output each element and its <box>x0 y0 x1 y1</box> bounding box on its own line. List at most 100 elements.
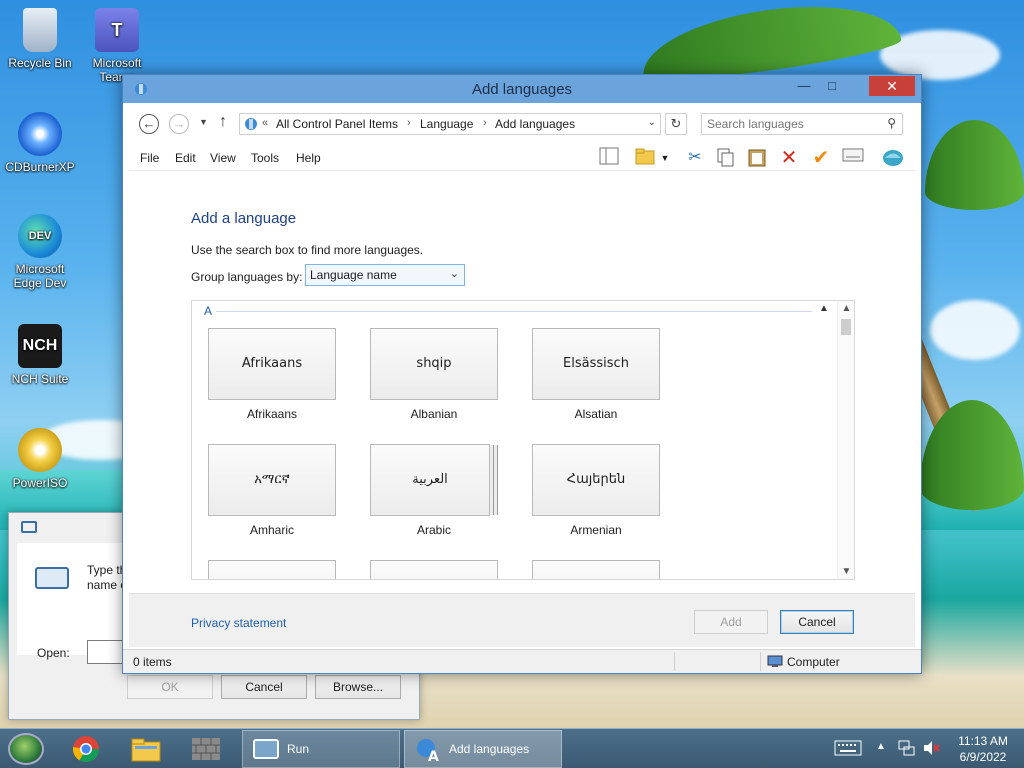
network-icon[interactable] <box>898 740 916 759</box>
copy-icon[interactable] <box>713 147 737 169</box>
taskbar-run[interactable]: Run <box>242 730 400 768</box>
language-tile-afrikaans[interactable]: Afrikaans <box>208 328 336 400</box>
desktop-icon-edge-dev[interactable]: DEV Microsoft Edge Dev <box>2 214 78 290</box>
recycle-bin-icon <box>23 8 57 52</box>
group-header[interactable]: A <box>204 304 212 318</box>
clock[interactable]: 11:13 AM 6/9/2022 <box>950 733 1016 765</box>
language-list[interactable]: A ▲ Afrikaans Afrikaans shqip Albanian E… <box>191 300 855 580</box>
volume-muted-icon[interactable] <box>922 740 940 759</box>
breadcrumb-chevron-icon[interactable]: › <box>407 117 411 129</box>
language-tile-amharic[interactable]: አማርኛ <box>208 444 336 516</box>
desktop-icon-nch-suite[interactable]: NCH NCH Suite <box>2 324 78 386</box>
folder-icon[interactable] <box>633 147 657 169</box>
cancel-button[interactable]: Cancel <box>780 610 854 634</box>
forward-button[interactable]: → <box>169 114 189 134</box>
vertical-scrollbar[interactable]: ▲ ▼ <box>837 301 854 579</box>
taskbar-add-languages-label: Add languages <box>449 742 530 756</box>
breadcrumb-add-languages[interactable]: Add languages <box>495 117 575 131</box>
language-tile-partial[interactable] <box>208 560 336 579</box>
run-cancel-button[interactable]: Cancel <box>221 675 307 699</box>
language-tile-partial[interactable] <box>370 560 498 579</box>
privacy-statement-link[interactable]: Privacy statement <box>191 616 286 630</box>
address-dropdown-icon[interactable]: ⌄ <box>648 117 656 128</box>
page-title: Add a language <box>191 210 297 227</box>
breadcrumb-language[interactable]: Language <box>420 117 473 131</box>
run-browse-button[interactable]: Browse... <box>315 675 401 699</box>
group-by-value: Language name <box>310 268 397 282</box>
chrome-icon[interactable] <box>66 733 106 765</box>
search-icon[interactable]: ⚲ <box>887 116 896 130</box>
breadcrumb-all-control-panel-items[interactable]: All Control Panel Items <box>276 117 398 131</box>
desktop-icon-poweriso[interactable]: PowerISO <box>2 428 78 490</box>
back-arrow-icon: ← <box>142 116 156 131</box>
desktop-icon-recycle-bin[interactable]: Recycle Bin <box>2 8 78 70</box>
menu-file[interactable]: File <box>140 151 159 165</box>
recent-pages-dropdown-icon[interactable]: ▼ <box>199 117 208 127</box>
breadcrumb-overflow[interactable]: « <box>262 117 268 129</box>
close-button[interactable]: ✕ <box>869 76 915 96</box>
status-divider <box>760 652 761 671</box>
language-tile-albanian[interactable]: shqip <box>370 328 498 400</box>
up-button[interactable]: ↑ <box>219 113 227 131</box>
refresh-icon: ↻ <box>670 116 682 131</box>
run-app-icon <box>21 521 37 533</box>
language-tile-alsatian[interactable]: Elsässisch <box>532 328 660 400</box>
scroll-down-icon[interactable]: ▼ <box>838 566 854 577</box>
cut-icon[interactable]: ✂ <box>683 147 707 169</box>
refresh-button[interactable]: ↻ <box>665 113 687 135</box>
keyboard-icon[interactable] <box>834 740 862 759</box>
menu-tools[interactable]: Tools <box>251 151 279 165</box>
folder-dropdown-icon[interactable]: ▼ <box>659 147 671 169</box>
search-box[interactable]: ⚲ <box>701 113 903 135</box>
add-button[interactable]: Add <box>694 610 768 634</box>
minimize-button[interactable]: — <box>791 76 817 96</box>
taskbar-add-languages[interactable]: A Add languages <box>404 730 562 768</box>
start-button[interactable] <box>8 733 44 765</box>
cd-icon <box>18 112 62 156</box>
back-button[interactable]: ← <box>139 114 159 134</box>
properties-icon[interactable] <box>841 147 865 169</box>
firewall-icon[interactable] <box>186 733 226 765</box>
menu-edit[interactable]: Edit <box>175 151 196 165</box>
address-bar[interactable]: « All Control Panel Items › Language › A… <box>239 113 661 135</box>
cloud <box>930 300 1020 360</box>
maximize-button[interactable]: □ <box>819 76 845 96</box>
paste-icon[interactable] <box>745 147 769 169</box>
main-content: Add a language Use the search box to fin… <box>129 172 915 590</box>
poweriso-icon <box>18 428 62 472</box>
shell-icon[interactable] <box>881 147 905 169</box>
run-open-label: Open: <box>37 646 70 660</box>
search-input[interactable] <box>702 114 872 134</box>
run-ok-button[interactable]: OK <box>127 675 213 699</box>
menu-help[interactable]: Help <box>296 151 321 165</box>
language-tile-armenian[interactable]: Հայերեն <box>532 444 660 516</box>
language-tile-partial[interactable] <box>532 560 660 579</box>
check-icon[interactable]: ✔ <box>809 147 833 169</box>
language-caption: Armenian <box>570 523 622 537</box>
language-caption: Arabic <box>416 523 451 537</box>
desktop-icon-cdburnerxp[interactable]: CDBurnerXP <box>2 112 78 174</box>
window-titlebar[interactable]: Add languages — □ ✕ <box>123 75 921 103</box>
menu-view[interactable]: View <box>210 151 236 165</box>
group-by-select[interactable]: Language name ⌄ <box>305 264 465 286</box>
desktop-icon-label: Microsoft Edge Dev <box>13 262 67 290</box>
status-bar: 0 items Computer <box>123 649 921 673</box>
layout-icon[interactable] <box>597 147 621 169</box>
breadcrumb-chevron-icon[interactable]: › <box>483 117 487 129</box>
scroll-up-icon[interactable]: ▲ <box>838 303 854 314</box>
file-explorer-icon[interactable] <box>126 733 166 765</box>
add-languages-window[interactable]: Add languages — □ ✕ ← → ▼ ↑ « All Contro… <box>122 74 922 674</box>
delete-icon[interactable]: ✕ <box>777 147 801 169</box>
scroll-thumb[interactable] <box>841 319 851 335</box>
dialog-footer: Privacy statement Add Cancel <box>129 593 915 647</box>
language-tile-arabic[interactable]: العربية <box>370 444 490 516</box>
show-hidden-icons[interactable]: ▲ <box>876 741 886 752</box>
taskbar-run-label: Run <box>287 742 310 756</box>
language-caption: Alsatian <box>574 407 618 421</box>
desktop-icon-label: CDBurnerXP <box>5 160 75 174</box>
language-icon: A <box>415 737 441 765</box>
language-caption: Albanian <box>410 407 458 421</box>
palm-leaf <box>925 120 1024 210</box>
collapse-group-icon[interactable]: ▲ <box>819 303 829 314</box>
group-by-label: Group languages by: <box>191 270 303 284</box>
